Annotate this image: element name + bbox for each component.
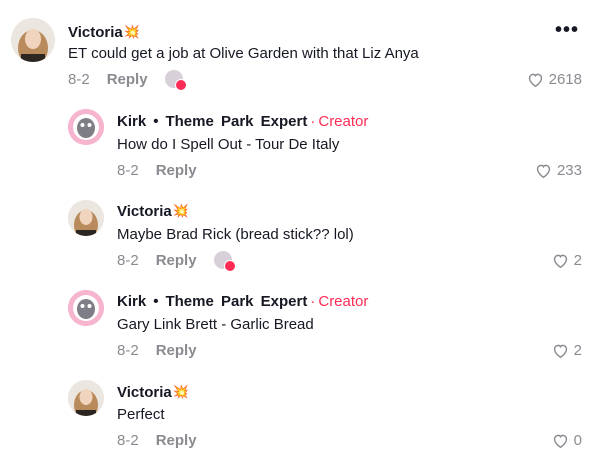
username[interactable]: Victoria	[68, 24, 123, 41]
like-count: 2	[573, 251, 582, 269]
comment-meta: 8-2 Reply	[117, 430, 197, 450]
badge-separator: ·	[310, 112, 316, 130]
emoji: 💥	[172, 384, 189, 399]
creator-badge: Creator	[318, 112, 369, 130]
like-count: 0	[573, 431, 582, 449]
comment-meta: 8-2 Reply	[117, 250, 236, 272]
name-separator-dot: •	[153, 292, 159, 310]
comment-username-line: Kirk • Theme Park Expert · Creator	[117, 291, 368, 311]
username[interactable]: Victoria	[117, 203, 172, 220]
comment-date: 8-2	[117, 341, 139, 359]
user-subtitle: Theme Park Expert	[165, 292, 308, 310]
like-button[interactable]: 2618	[526, 69, 582, 89]
comment-meta: 8-2 Reply	[117, 160, 197, 180]
heart-badge-icon	[223, 260, 236, 272]
heart-outline-icon	[553, 434, 567, 448]
more-horizontal-icon[interactable]: •••	[555, 20, 579, 40]
like-button[interactable]: 233	[534, 160, 582, 180]
heart-badge-icon	[174, 79, 187, 91]
emoji: 💥	[123, 24, 140, 39]
emoji: 💥	[172, 203, 189, 218]
comment-date: 8-2	[117, 161, 139, 179]
comment-date: 8-2	[117, 251, 139, 269]
comment-text: How do I Spell Out - Tour De Italy	[117, 136, 340, 153]
reply-button[interactable]: Reply	[156, 342, 197, 359]
comment-text: Maybe Brad Rick (bread stick?? lol)	[117, 226, 354, 243]
username[interactable]: Kirk	[117, 293, 146, 310]
comment-text: Perfect	[117, 406, 165, 423]
username[interactable]: Victoria	[117, 384, 172, 401]
avatar-victoria[interactable]	[68, 200, 104, 236]
reply-button[interactable]: Reply	[156, 252, 197, 269]
heart-outline-icon	[536, 164, 551, 178]
like-count: 2618	[548, 70, 582, 88]
comment-meta: 8-2 Reply	[117, 340, 197, 360]
reply-button[interactable]: Reply	[156, 162, 197, 179]
like-button[interactable]: 0	[551, 430, 582, 450]
creator-liked-avatar	[213, 251, 236, 272]
creator-badge: Creator	[318, 292, 369, 310]
comment-text: Gary Link Brett - Garlic Bread	[117, 316, 314, 333]
avatar-victoria[interactable]	[11, 18, 55, 62]
username[interactable]: Kirk	[117, 113, 146, 130]
comment-username-line: Victoria 💥	[117, 201, 189, 221]
heart-outline-icon	[553, 344, 567, 358]
comment-meta: 8-2 Reply	[68, 69, 187, 91]
avatar-kirk[interactable]	[68, 109, 104, 145]
like-count: 2	[573, 341, 582, 359]
comment-username-line: Kirk • Theme Park Expert · Creator	[117, 111, 368, 131]
name-separator-dot: •	[153, 112, 159, 130]
like-button[interactable]: 2	[551, 250, 582, 270]
comment-username-line: Victoria 💥	[68, 22, 140, 42]
user-subtitle: Theme Park Expert	[165, 112, 308, 130]
avatar-victoria[interactable]	[68, 380, 104, 416]
creator-liked-avatar	[164, 70, 187, 91]
reply-button[interactable]: Reply	[107, 71, 148, 88]
like-button[interactable]: 2	[551, 340, 582, 360]
comment-text: ET could get a job at Olive Garden with …	[68, 45, 419, 62]
avatar-kirk[interactable]	[68, 290, 104, 326]
heart-outline-icon	[553, 254, 567, 268]
like-count: 233	[556, 161, 582, 179]
comment-date: 8-2	[117, 431, 139, 449]
comment-username-line: Victoria 💥	[117, 382, 189, 402]
heart-outline-icon	[528, 73, 542, 87]
reply-button[interactable]: Reply	[156, 432, 197, 449]
comment-date: 8-2	[68, 70, 90, 88]
badge-separator: ·	[310, 292, 316, 310]
